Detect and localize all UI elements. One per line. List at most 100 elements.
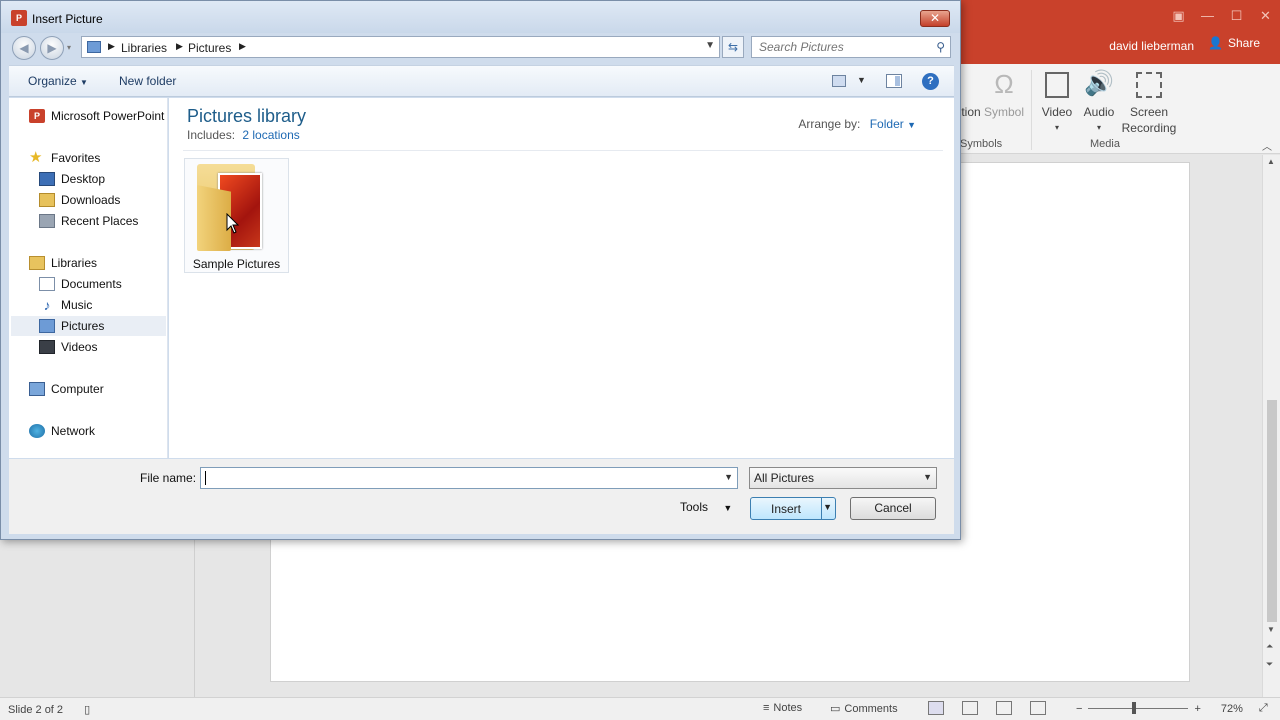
- file-list-pane[interactable]: Pictures library Includes: 2 locations A…: [169, 98, 954, 458]
- ribbon-display-options-icon[interactable]: ▣: [1164, 4, 1193, 28]
- vertical-scrollbar[interactable]: ▲ ▼ ⏶ ⏷: [1262, 155, 1280, 697]
- preview-pane-icon[interactable]: [886, 74, 902, 88]
- cancel-button[interactable]: Cancel: [850, 497, 936, 520]
- nav-label: Music: [61, 298, 93, 312]
- status-bar: Slide 2 of 2 ▯ ≡ Notes ▭ Comments − + 72…: [0, 697, 1280, 720]
- nav-label: Videos: [61, 340, 98, 354]
- pictures-library-icon: [87, 41, 101, 53]
- back-button[interactable]: ◀: [12, 36, 36, 60]
- user-name[interactable]: david lieberman: [1109, 39, 1194, 53]
- nav-item-downloads[interactable]: Downloads: [39, 190, 120, 210]
- nav-item-music[interactable]: ♪ Music: [39, 295, 93, 315]
- dialog-title-bar[interactable]: P Insert Picture ✕: [1, 1, 960, 33]
- nav-item-recent-places[interactable]: Recent Places: [39, 211, 138, 231]
- ribbon-equation-button[interactable]: tion: [960, 68, 982, 120]
- chevron-down-icon: ▼: [923, 472, 932, 482]
- nav-item-favorites[interactable]: ★ Favorites: [29, 148, 100, 168]
- dialog-title: Insert Picture: [32, 12, 103, 26]
- slide-sorter-view-icon[interactable]: [962, 701, 978, 715]
- view-buttons: [928, 701, 1046, 715]
- ribbon-video-button[interactable]: Video ▾: [1040, 68, 1074, 136]
- slide-indicator: Slide 2 of 2 ▯: [8, 703, 90, 716]
- address-dropdown-icon[interactable]: ▼: [705, 40, 715, 51]
- zoom-slider-thumb[interactable]: [1132, 702, 1137, 714]
- view-options-dropdown-icon[interactable]: ▼: [857, 75, 866, 85]
- screen-recording-label-1: Screen: [1129, 105, 1169, 119]
- breadcrumb-libraries[interactable]: Libraries: [121, 41, 167, 55]
- minimize-icon[interactable]: —: [1193, 4, 1222, 28]
- collapse-ribbon-icon[interactable]: ︿: [1262, 138, 1272, 153]
- close-icon[interactable]: ✕: [1251, 4, 1280, 28]
- previous-slide-icon[interactable]: ⏶: [1266, 641, 1273, 652]
- navigation-pane: P Microsoft PowerPoint ★ Favorites Deskt…: [9, 98, 168, 458]
- spell-check-icon[interactable]: ▯: [84, 704, 90, 716]
- search-icon[interactable]: ⚲: [936, 40, 945, 54]
- breadcrumb-chevron-icon[interactable]: ▶: [108, 41, 115, 52]
- recent-locations-icon[interactable]: ▾: [67, 43, 71, 52]
- notes-icon: ≡: [763, 702, 770, 714]
- ribbon-screen-recording-button[interactable]: Screen Recording: [1118, 68, 1180, 136]
- folder-name: Sample Pictures: [192, 257, 281, 271]
- scrollbar-thumb[interactable]: [1267, 400, 1277, 622]
- reading-view-icon[interactable]: [996, 701, 1012, 715]
- nav-item-documents[interactable]: Documents: [39, 274, 122, 294]
- scroll-down-icon[interactable]: ▼: [1267, 625, 1275, 634]
- includes-locations-link[interactable]: 2 locations: [242, 128, 299, 142]
- new-folder-button[interactable]: New folder: [119, 74, 176, 88]
- zoom-level[interactable]: 72%: [1221, 703, 1243, 715]
- star-icon: ★: [29, 149, 43, 166]
- search-input[interactable]: [752, 37, 928, 57]
- next-slide-icon[interactable]: ⏷: [1266, 659, 1273, 670]
- library-title: Pictures library: [187, 106, 307, 126]
- zoom-in-icon[interactable]: +: [1194, 703, 1200, 715]
- refresh-button[interactable]: ⇆: [722, 36, 744, 58]
- breadcrumb-chevron-icon[interactable]: ▶: [176, 41, 183, 52]
- file-name-dropdown-icon[interactable]: ▼: [724, 472, 733, 482]
- help-icon[interactable]: ?: [922, 73, 939, 90]
- forward-button[interactable]: ▶: [40, 36, 64, 60]
- scroll-up-icon[interactable]: ▲: [1267, 157, 1275, 166]
- nav-item-computer[interactable]: Computer: [29, 379, 104, 399]
- file-type-select[interactable]: All Pictures ▼: [749, 467, 937, 489]
- insert-options-dropdown-icon[interactable]: ▼: [823, 502, 832, 512]
- file-name-input[interactable]: [201, 468, 716, 488]
- comments-button[interactable]: ▭ Comments: [830, 702, 898, 716]
- recent-places-icon: [39, 214, 55, 228]
- nav-item-network[interactable]: Network: [29, 421, 95, 441]
- file-name-label: File name:: [140, 471, 197, 485]
- dialog-close-button[interactable]: ✕: [920, 10, 950, 27]
- arrange-by-dropdown[interactable]: Folder ▼: [870, 117, 916, 131]
- ribbon-symbol-button[interactable]: Ω Symbol: [984, 68, 1024, 120]
- fit-slide-icon[interactable]: ⤢: [1259, 702, 1268, 715]
- notes-button[interactable]: ≡ Notes: [763, 702, 802, 714]
- includes-label: Includes:: [187, 128, 236, 142]
- insert-button[interactable]: Insert ▼: [750, 497, 836, 520]
- normal-view-icon[interactable]: [928, 701, 944, 715]
- share-button[interactable]: 👤 Share: [1208, 36, 1260, 50]
- zoom-out-icon[interactable]: −: [1076, 703, 1082, 715]
- breadcrumb-pictures[interactable]: Pictures: [188, 41, 231, 55]
- equation-label: tion: [961, 105, 981, 119]
- maximize-icon[interactable]: ☐: [1222, 4, 1251, 28]
- nav-item-videos[interactable]: Videos: [39, 337, 97, 357]
- search-box: ⚲: [751, 36, 951, 58]
- breadcrumb-chevron-icon[interactable]: ▶: [239, 41, 246, 52]
- tools-button[interactable]: Tools ▼: [680, 500, 732, 514]
- nav-item-libraries[interactable]: Libraries: [29, 253, 97, 273]
- screen-recording-label-2: Recording: [1121, 121, 1177, 135]
- zoom-slider[interactable]: [1088, 702, 1189, 714]
- arrange-by-label: Arrange by:: [798, 117, 861, 131]
- nav-item-microsoft-powerpoint[interactable]: P Microsoft PowerPoint: [29, 106, 164, 126]
- film-icon: [1045, 72, 1069, 98]
- ribbon-audio-button[interactable]: 🔊 Audio ▾: [1080, 68, 1118, 136]
- address-bar[interactable]: ▶ Libraries ▶ Pictures ▶ ▼: [81, 36, 720, 58]
- change-view-icon[interactable]: [832, 75, 846, 87]
- documents-icon: [39, 277, 55, 291]
- ribbon-separator: [1031, 70, 1032, 150]
- nav-item-pictures[interactable]: Pictures: [11, 316, 166, 336]
- network-icon: [29, 424, 45, 438]
- nav-label: Computer: [51, 382, 104, 396]
- organize-button[interactable]: Organize ▼: [28, 74, 88, 88]
- slide-show-icon[interactable]: [1030, 701, 1046, 715]
- nav-item-desktop[interactable]: Desktop: [39, 169, 105, 189]
